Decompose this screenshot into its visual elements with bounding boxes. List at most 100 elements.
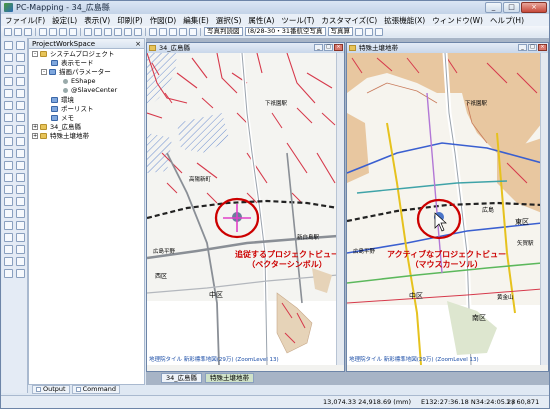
hand-tool-icon[interactable] [16,41,25,50]
filter-icon[interactable] [4,197,13,206]
info-icon[interactable] [189,27,197,36]
script-icon[interactable] [16,257,25,266]
image-icon[interactable] [365,27,374,36]
settings-icon[interactable] [16,221,25,230]
view-minimize-button[interactable]: _ [314,44,323,51]
table-icon[interactable] [16,161,25,170]
view-close-button[interactable]: × [538,44,547,51]
new-file-icon[interactable] [4,27,12,36]
pointer-tool-icon[interactable] [4,41,13,50]
cut-icon[interactable] [49,27,57,36]
map-canvas[interactable] [147,53,338,365]
menu-select[interactable]: 選択(S) [216,15,242,26]
attribute-icon[interactable] [4,161,13,170]
photo-source-dropdown[interactable]: (8/28-30・31番航空写真 [244,27,326,36]
menu-file[interactable]: ファイル(F) [5,15,45,26]
rect-tool-icon[interactable] [16,89,25,98]
photo-button[interactable]: 写真算 [327,27,354,36]
layer-icon[interactable] [149,27,157,36]
maximize-button[interactable]: □ [503,2,520,13]
chart-icon[interactable] [4,209,13,218]
tree-toggle[interactable]: + [32,124,38,130]
view-maximize-button[interactable]: □ [528,44,537,51]
text-tool-icon[interactable] [16,77,25,86]
menu-extensions[interactable]: 拡張機能(X) [384,15,425,26]
plugin-icon[interactable] [16,269,25,278]
move-icon[interactable] [16,101,25,110]
gps-icon[interactable] [4,245,13,254]
photo-dropdown[interactable]: 写真判読図 [204,27,243,36]
menu-view[interactable]: 表示(V) [84,15,110,26]
compass-icon[interactable] [16,233,25,242]
undo-icon[interactable] [84,27,92,36]
camera-icon[interactable] [355,27,364,36]
rotate-icon[interactable] [4,113,13,122]
label-icon[interactable] [4,173,13,182]
delete-icon[interactable] [4,137,13,146]
menu-edit[interactable]: 編集(E) [183,15,209,26]
save-icon[interactable] [24,27,32,36]
view-tab-special-soil[interactable]: 特殊土壌地帯 [205,373,255,383]
measure-icon[interactable] [169,27,177,36]
import-icon[interactable] [4,221,13,230]
color-icon[interactable] [4,185,13,194]
merge-icon[interactable] [16,125,25,134]
pan-icon[interactable] [124,27,132,36]
select-icon[interactable] [179,27,187,36]
link-icon[interactable] [375,27,384,36]
print-icon[interactable] [39,27,47,36]
buffer-icon[interactable] [4,149,13,158]
circle-tool-icon[interactable] [4,89,13,98]
menu-tools[interactable]: ツール(T) [281,15,314,26]
view-tab-hiroshima[interactable]: 34_広島縣 [161,373,203,383]
lasso-tool-icon[interactable] [16,53,25,62]
vertical-scrollbar[interactable] [336,53,344,365]
map-view-left[interactable]: 34_広島縣 _ □ × 地理院タイル 新彩標準地図(29万) (ZoomLev… [146,42,345,372]
ruler-icon[interactable] [4,233,13,242]
symbol-icon[interactable] [16,173,25,182]
tree-item-slavecenter[interactable]: @SlaveCenter [63,85,117,95]
zoom-out-icon[interactable] [114,27,122,36]
menu-customize[interactable]: カスタマイズ(C) [321,15,377,26]
tree-toggle[interactable]: - [32,51,38,57]
zoom-in-icon[interactable] [104,27,112,36]
refresh-icon[interactable] [134,27,142,36]
view-maximize-button[interactable]: □ [324,44,333,51]
polygon-tool-icon[interactable] [16,65,25,74]
camera-tool-icon[interactable] [16,245,25,254]
minimize-button[interactable]: _ [485,2,502,13]
tree-item-special-soil[interactable]: + 特殊土壌地帯 [32,131,89,141]
copy-shape-icon[interactable] [16,137,25,146]
tab-output[interactable]: Output [32,385,70,394]
split-icon[interactable] [4,125,13,134]
copy-icon[interactable] [59,27,67,36]
zoom-tool-icon[interactable] [4,53,13,62]
redo-icon[interactable] [94,27,102,36]
panel-close-icon[interactable]: × [135,39,141,49]
menu-window[interactable]: ウィンドウ(W) [432,15,483,26]
open-folder-icon[interactable] [14,27,22,36]
map-view-right[interactable]: 特殊土壌地帯 _ □ × 地理院タイル 新彩標準地図(29万) (ZoomLev… [346,42,549,372]
photo-tool-icon[interactable] [4,257,13,266]
paste-icon[interactable] [69,27,77,36]
export-icon[interactable] [16,209,25,218]
snap-icon[interactable] [16,149,25,158]
menu-draw[interactable]: 作図(D) [150,15,177,26]
point-tool-icon[interactable] [4,77,13,86]
menu-print[interactable]: 印刷(P) [117,15,142,26]
vertical-scrollbar[interactable] [540,53,548,365]
pattern-icon[interactable] [16,185,25,194]
menu-settings[interactable]: 設定(L) [52,15,77,26]
line-tool-icon[interactable] [4,65,13,74]
view-minimize-button[interactable]: _ [518,44,527,51]
grid-icon[interactable] [159,27,167,36]
edit-vertex-icon[interactable] [4,101,13,110]
scale-icon[interactable] [16,113,25,122]
tree-toggle[interactable]: - [41,69,47,75]
close-button[interactable]: × [521,2,547,13]
map-canvas[interactable] [347,53,542,365]
menu-attribute[interactable]: 属性(A) [248,15,274,26]
view-close-button[interactable]: × [334,44,343,51]
tab-command[interactable]: Command [71,385,121,394]
search-icon[interactable] [16,197,25,206]
